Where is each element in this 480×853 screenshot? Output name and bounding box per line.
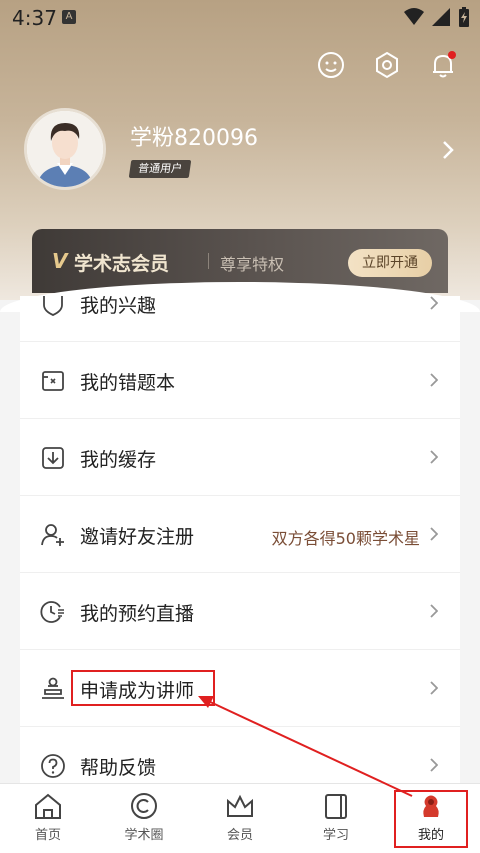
user-level-badge: 普通用户 — [128, 160, 192, 178]
chevron-right-icon[interactable] — [442, 140, 454, 160]
menu-item-live-reservation[interactable]: 我的预约直播 — [20, 574, 460, 650]
vip-logo: V — [52, 249, 68, 273]
settings-icon[interactable] — [372, 50, 402, 80]
notification-indicator: A — [62, 10, 76, 24]
chevron-right-icon — [430, 681, 438, 695]
home-icon — [35, 793, 61, 819]
vip-title: 学术志会员 — [74, 253, 170, 275]
menu-item-help[interactable]: 帮助反馈 — [20, 728, 460, 783]
tab-label: 首页 — [34, 828, 61, 843]
menu-item-cache[interactable]: 我的缓存 — [20, 420, 460, 496]
download-icon — [42, 447, 64, 469]
highlight-tab-profile — [394, 790, 468, 848]
username: 学粉820096 — [130, 126, 258, 151]
tab-home[interactable]: 首页 — [8, 792, 88, 843]
chevron-right-icon — [430, 758, 438, 772]
tab-label: 学习 — [322, 828, 349, 843]
menu-label: 邀请好友注册 — [80, 526, 195, 548]
help-icon — [41, 754, 65, 778]
face-icon[interactable] — [316, 50, 346, 80]
menu-item-invite[interactable]: 邀请好友注册 双方各得50颗学术星 — [20, 497, 460, 573]
highlight-apply-lecturer — [71, 670, 215, 706]
vip-subtitle: 尊享特权 — [220, 255, 285, 274]
vip-divider — [208, 253, 209, 269]
chevron-right-icon — [430, 373, 438, 387]
chevron-right-icon — [430, 296, 438, 310]
invite-reward-text: 双方各得50颗学术星 — [271, 529, 420, 548]
book-icon — [325, 794, 347, 819]
menu-item-interests[interactable]: 我的兴趣 — [20, 296, 460, 342]
menu-label: 我的错题本 — [80, 372, 176, 394]
lecturer-icon — [42, 677, 64, 699]
menu-label: 我的兴趣 — [80, 296, 157, 317]
chevron-right-icon — [430, 527, 438, 541]
clock-list-icon — [40, 601, 64, 623]
wifi-icon — [404, 8, 424, 25]
tab-circle[interactable]: 学术圈 — [104, 792, 184, 843]
heart-shield-icon — [43, 296, 63, 316]
menu-label: 我的预约直播 — [80, 603, 195, 625]
menu-label: 我的缓存 — [80, 449, 157, 471]
tab-label: 会员 — [226, 828, 253, 843]
status-time: 4:37 — [12, 6, 57, 30]
status-bar: 4:37 A — [0, 0, 480, 34]
chevron-right-icon — [430, 604, 438, 618]
wrongbook-icon — [42, 371, 64, 391]
tab-vip[interactable]: 会员 — [200, 792, 280, 843]
vip-open-button[interactable]: 立即开通 — [348, 249, 432, 277]
battery-icon — [459, 7, 469, 27]
avatar[interactable] — [24, 108, 106, 190]
menu-item-wrongbook[interactable]: 我的错题本 — [20, 343, 460, 419]
menu-list: 我的兴趣 我的错题本 我的缓存 邀请好友注册 双方各得50颗学术星 我的预约直播… — [20, 296, 460, 783]
chevron-right-icon — [430, 450, 438, 464]
invite-user-icon — [41, 524, 64, 546]
bell-icon[interactable] — [428, 50, 458, 80]
tab-study[interactable]: 学习 — [296, 792, 376, 843]
tab-label: 学术圈 — [124, 828, 164, 843]
crown-icon — [227, 794, 253, 817]
circle-icon — [131, 793, 157, 819]
menu-label: 帮助反馈 — [80, 757, 157, 779]
signal-icon — [432, 8, 450, 26]
